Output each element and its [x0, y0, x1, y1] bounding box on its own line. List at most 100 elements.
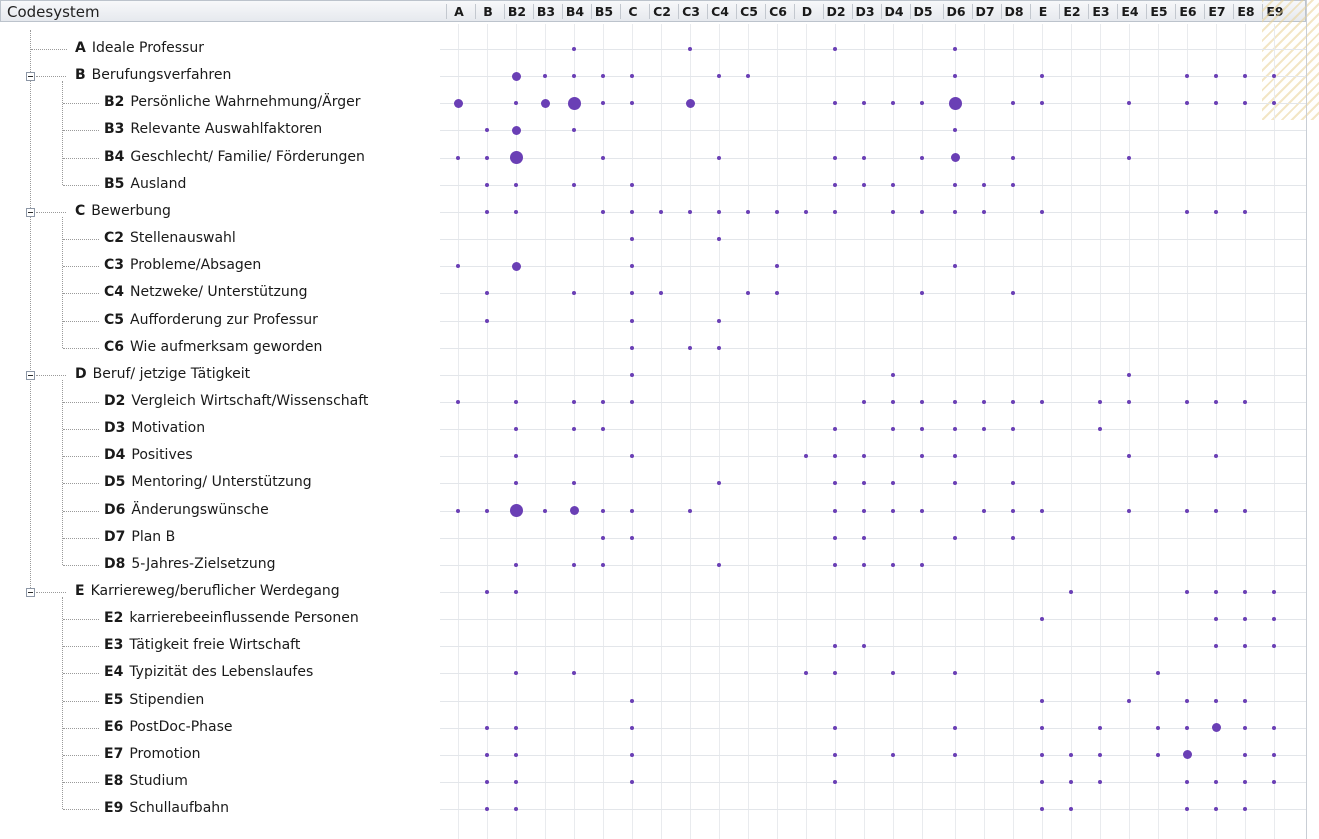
- column-header-d2[interactable]: D2: [826, 3, 845, 21]
- relation-dot[interactable]: [1185, 590, 1189, 594]
- relation-dot[interactable]: [891, 182, 895, 187]
- relation-dot[interactable]: [833, 562, 837, 567]
- relation-dot[interactable]: [953, 182, 957, 187]
- relation-dot[interactable]: [569, 506, 579, 516]
- relation-dot[interactable]: [862, 101, 866, 106]
- relation-dot[interactable]: [1069, 752, 1073, 757]
- relation-dot[interactable]: [485, 182, 489, 187]
- relation-dot[interactable]: [982, 209, 986, 214]
- relation-dot[interactable]: [540, 98, 550, 108]
- column-header-c3[interactable]: C3: [682, 3, 700, 21]
- relation-dot[interactable]: [630, 264, 634, 269]
- relation-dot[interactable]: [833, 508, 837, 513]
- column-header-d8[interactable]: D8: [1004, 3, 1023, 21]
- relation-dot[interactable]: [920, 508, 924, 513]
- relation-dot[interactable]: [630, 237, 634, 242]
- relation-dot[interactable]: [775, 264, 779, 269]
- relation-dot[interactable]: [717, 562, 721, 567]
- relation-dot[interactable]: [1185, 508, 1189, 513]
- code-item-d2[interactable]: D2 Vergleich Wirtschaft/Wissenschaft: [104, 392, 368, 410]
- relation-dot[interactable]: [953, 47, 957, 51]
- column-header-d6[interactable]: D6: [946, 3, 965, 21]
- code-item-d[interactable]: D Beruf/ jetzige Tätigkeit: [75, 365, 250, 383]
- code-item-d7[interactable]: D7 Plan B: [104, 528, 175, 546]
- relation-dot[interactable]: [1127, 101, 1131, 106]
- relation-dot[interactable]: [514, 780, 518, 785]
- code-item-b3[interactable]: B3 Relevante Auswahlfaktoren: [104, 120, 322, 138]
- relation-dot[interactable]: [685, 98, 695, 108]
- relation-dot[interactable]: [833, 644, 837, 649]
- code-item-c[interactable]: C Bewerbung: [75, 202, 171, 220]
- relation-dot[interactable]: [1272, 101, 1276, 106]
- relation-dot[interactable]: [509, 151, 523, 165]
- relation-dot[interactable]: [1011, 182, 1015, 187]
- code-item-e8[interactable]: E8 Studium: [104, 772, 188, 790]
- relation-dot[interactable]: [953, 752, 957, 757]
- column-header-e6[interactable]: E6: [1179, 3, 1196, 21]
- relation-dot[interactable]: [572, 182, 576, 187]
- relation-dot[interactable]: [1243, 698, 1247, 703]
- relation-dot[interactable]: [543, 74, 547, 79]
- relation-dot[interactable]: [659, 291, 663, 296]
- relation-dot[interactable]: [630, 508, 634, 513]
- column-header-e8[interactable]: E8: [1237, 3, 1254, 21]
- relation-dot[interactable]: [630, 399, 634, 404]
- relation-dot[interactable]: [1243, 752, 1247, 757]
- column-header-e[interactable]: E: [1039, 3, 1048, 21]
- relation-dot[interactable]: [630, 74, 634, 79]
- relation-dot[interactable]: [1098, 725, 1102, 730]
- code-item-e7[interactable]: E7 Promotion: [104, 745, 201, 763]
- relation-dot[interactable]: [688, 345, 692, 350]
- relation-dot[interactable]: [688, 47, 692, 51]
- column-header-c4[interactable]: C4: [711, 3, 729, 21]
- relation-dot[interactable]: [1069, 780, 1073, 785]
- relation-dot[interactable]: [833, 454, 837, 459]
- relation-dot[interactable]: [1214, 590, 1218, 594]
- relation-dot[interactable]: [953, 209, 957, 214]
- relation-dot[interactable]: [1127, 454, 1131, 459]
- column-header-d[interactable]: D: [802, 3, 812, 21]
- code-item-d6[interactable]: D6 Änderungswünsche: [104, 501, 269, 519]
- code-item-e[interactable]: E Karriereweg/beruflicher Werdegang: [75, 582, 340, 600]
- relation-dot[interactable]: [1214, 698, 1218, 703]
- relation-dot[interactable]: [1214, 508, 1218, 513]
- relation-dot[interactable]: [953, 481, 957, 486]
- relation-dot[interactable]: [982, 508, 986, 513]
- relation-dot[interactable]: [1272, 74, 1276, 79]
- relation-dot[interactable]: [1040, 508, 1044, 513]
- relation-dot[interactable]: [630, 318, 634, 323]
- relation-dot[interactable]: [862, 508, 866, 513]
- relation-dot[interactable]: [543, 508, 547, 513]
- relation-dot[interactable]: [1011, 101, 1015, 106]
- code-item-c3[interactable]: C3 Probleme/Absagen: [104, 256, 261, 274]
- relation-dot[interactable]: [891, 427, 895, 432]
- relation-dot[interactable]: [514, 182, 518, 187]
- relation-dot[interactable]: [1214, 644, 1218, 649]
- relation-dot[interactable]: [1040, 617, 1044, 622]
- relation-dot[interactable]: [717, 237, 721, 242]
- relation-dot[interactable]: [572, 671, 576, 676]
- relation-dot[interactable]: [948, 96, 962, 110]
- relation-dot[interactable]: [1214, 454, 1218, 459]
- relation-dot[interactable]: [630, 752, 634, 757]
- code-item-a[interactable]: A Ideale Professur: [75, 39, 204, 57]
- relation-dot[interactable]: [1185, 725, 1189, 730]
- relation-dot[interactable]: [833, 155, 837, 160]
- relation-dot[interactable]: [1040, 725, 1044, 730]
- relation-dot[interactable]: [485, 807, 489, 812]
- relation-dot[interactable]: [920, 155, 924, 160]
- relation-dot[interactable]: [920, 101, 924, 106]
- relation-dot[interactable]: [1185, 74, 1189, 79]
- relation-dot[interactable]: [891, 481, 895, 486]
- relation-dot[interactable]: [572, 562, 576, 567]
- relation-dot[interactable]: [1211, 723, 1221, 733]
- relation-dot[interactable]: [1272, 725, 1276, 730]
- column-header-e9[interactable]: E9: [1266, 3, 1283, 21]
- relation-dot[interactable]: [804, 671, 808, 676]
- relation-dot[interactable]: [1214, 780, 1218, 785]
- code-item-e5[interactable]: E5 Stipendien: [104, 691, 204, 709]
- relation-dot[interactable]: [920, 427, 924, 432]
- relation-dot[interactable]: [572, 291, 576, 296]
- relation-dot[interactable]: [630, 454, 634, 459]
- relation-dot[interactable]: [953, 535, 957, 540]
